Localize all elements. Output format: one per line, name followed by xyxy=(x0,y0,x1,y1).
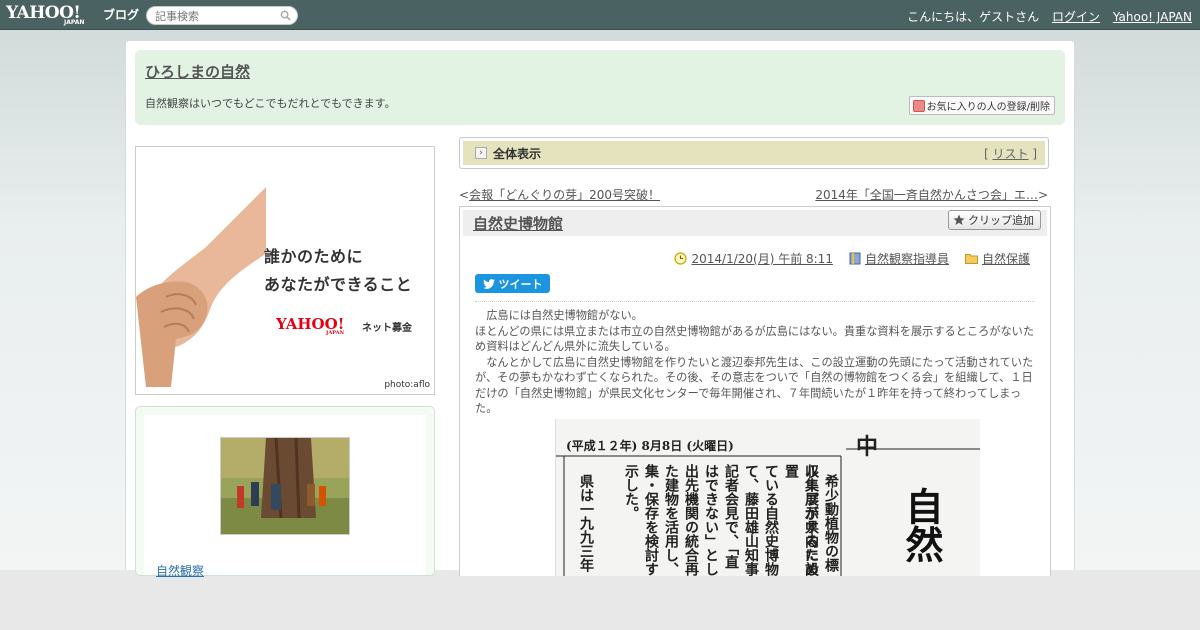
newspaper-clipping-image[interactable]: (平成１２年) 8月8日 (火曜日) 中 自然 希少動植物の標 収集展示するため… xyxy=(555,419,980,576)
article-date-item: 2014/1/20(月) 午前 8:11 xyxy=(674,250,833,267)
search-input[interactable] xyxy=(155,9,275,23)
profile-inner: 自然観察 xyxy=(144,415,426,578)
book-icon xyxy=(849,252,861,265)
yahoo-japan-link[interactable]: Yahoo! JAPAN xyxy=(1113,10,1192,24)
newspaper-column: 県は一九九三年 xyxy=(578,474,594,572)
view-mode-bar-inner: › 全体表示 [ リスト ] xyxy=(463,141,1045,165)
article-paragraph: ほとんどの県には県立または市立の自然史博物館があるが広島にはない。貴重な資料を展… xyxy=(475,324,1035,354)
favorite-register-button[interactable]: お気に入りの人の登録/削除 xyxy=(908,96,1055,115)
greeting-text: こんにちは、ゲストさん xyxy=(907,10,1040,24)
folder-icon xyxy=(964,254,978,264)
newspaper-column: て、藤田雄山知事 xyxy=(743,464,759,576)
category-conservation-link[interactable]: 自然保護 xyxy=(982,250,1030,267)
top-navigation-bar: YAHOO! JAPAN ブログ こんにちは、ゲストさん ログイン Yahoo!… xyxy=(0,0,1200,30)
clip-button-label: クリップ追加 xyxy=(968,214,1034,227)
page-footer-area xyxy=(0,570,1200,630)
view-all-title: 全体表示 xyxy=(493,146,542,161)
newspaper-date: (平成１２年) 8月8日 (火曜日) xyxy=(566,439,734,453)
yahoo-blog-logo[interactable]: YAHOO! JAPAN ブログ xyxy=(6,3,142,27)
list-bracket-close: ] xyxy=(1028,146,1037,161)
logo-japan-text: JAPAN xyxy=(64,19,85,26)
newspaper-column: ている自然史博物 xyxy=(763,464,779,576)
newspaper-headline: 自然 xyxy=(899,487,944,563)
blog-description: 自然観察はいつでもどこでもだれとでもできます。 xyxy=(145,97,396,110)
article-category2-item: 自然保護 xyxy=(964,250,1030,267)
article-body: 広島には自然史博物館がない。 ほとんどの県には県立または市立の自然史博物館がある… xyxy=(475,308,1040,417)
clip-add-button[interactable]: クリップ追加 xyxy=(948,210,1041,230)
blog-header: ひろしまの自然 自然観察はいつでもどこでもだれとでもできます。 お気に入りの人の… xyxy=(135,50,1065,125)
next-article-link[interactable]: 2014年「全国一斉自然かんさつ会」エ… xyxy=(815,188,1038,202)
chevron-right-icon[interactable]: › xyxy=(475,147,487,159)
ad-headline-1: 誰かのために xyxy=(264,247,364,266)
view-mode-bar: › 全体表示 [ リスト ] xyxy=(459,137,1049,169)
twitter-bird-icon xyxy=(482,278,495,289)
article-date-link[interactable]: 2014/1/20(月) 午前 8:11 xyxy=(691,250,832,267)
ad-logo-japan: JAPAN xyxy=(326,330,345,336)
newspaper-column: 記者会見で、「直 xyxy=(723,464,739,569)
user-links: こんにちは、ゲストさん ログイン Yahoo! JAPAN xyxy=(907,8,1192,25)
handshake-image xyxy=(136,187,266,387)
tweet-button[interactable]: ツイート xyxy=(475,274,550,293)
newspaper-column: 集・保存を検討す xyxy=(643,464,659,576)
login-link[interactable]: ログイン xyxy=(1052,10,1100,24)
profile-photo[interactable] xyxy=(220,437,350,535)
previous-article-link[interactable]: 会報「どんぐりの芽」200号突破！ xyxy=(469,188,660,202)
clock-icon xyxy=(674,252,688,265)
search-icon[interactable] xyxy=(280,10,291,21)
category-guide-link[interactable]: 自然観察指導員 xyxy=(865,250,949,267)
newspaper-column: はできない」とし xyxy=(703,464,719,576)
heart-icon xyxy=(912,99,925,112)
article-category1-item: 自然観察指導員 xyxy=(849,250,949,267)
newspaper-header-char: 中 xyxy=(856,434,879,460)
search-box xyxy=(146,6,298,25)
newspaper-column: 示した。 xyxy=(623,464,639,520)
newspaper-column: 希少動植物の標 xyxy=(823,474,839,572)
profile-panel: 自然観察 xyxy=(135,406,435,578)
list-view-link[interactable]: リスト xyxy=(992,147,1028,161)
blog-title[interactable]: ひろしまの自然 xyxy=(145,61,250,82)
article-header: 自然史博物館 クリップ追加 xyxy=(463,210,1047,236)
prev-arrow: < xyxy=(459,188,470,202)
blog-container: ひろしまの自然 自然観察はいつでもどこでもだれとでもできます。 お気に入りの人の… xyxy=(125,40,1075,578)
article-title[interactable]: 自然史博物館 xyxy=(473,213,563,234)
article-meta: 2014/1/20(月) 午前 8:11 自然観察指導員 自然保護 xyxy=(674,250,1030,267)
next-arrow: > xyxy=(1037,188,1048,202)
ad-yahoo-logo: YAHOO! JAPAN xyxy=(276,315,345,336)
newspaper-column: た建物を活用し、 xyxy=(663,464,679,576)
article-divider xyxy=(475,301,1035,302)
newspaper-column: ループが県内に設置 xyxy=(783,464,819,576)
article-paragraph: なんとかして広島に自然史博物館を作りたいと渡辺泰邦先生は、この設立運動の先頭にた… xyxy=(475,355,1034,416)
newspaper-column: 出先機関の統合再 xyxy=(683,464,699,576)
favorite-button-label: お気に入りの人の登録/削除 xyxy=(926,102,1050,113)
ad-photo-credit: photo:aflo xyxy=(384,380,430,390)
profile-name-link[interactable]: 自然観察 xyxy=(156,562,204,579)
article-entry: 自然史博物館 クリップ追加 2014/1/20(月) 午前 8:11 自然観察指… xyxy=(459,206,1051,576)
next-article-nav: 2014年「全国一斉自然かんさつ会」エ…> xyxy=(815,186,1048,203)
ad-headline-2: あなたができること xyxy=(264,275,413,294)
previous-article-nav: <会報「どんぐりの芽」200号突破！ xyxy=(459,186,660,203)
tree-people-image xyxy=(221,438,349,534)
list-link-wrapper: [ リスト ] xyxy=(984,145,1037,162)
net-donation-ad[interactable]: 誰かのために あなたができること YAHOO! JAPAN ネット募金 phot… xyxy=(135,146,435,395)
article-paragraph: 広島には自然史博物館がない。 xyxy=(475,309,643,322)
ad-net-donation-label: ネット募金 xyxy=(362,323,412,334)
logo-blog-text: ブログ xyxy=(103,8,140,22)
star-icon xyxy=(953,214,965,225)
tweet-label: ツイート xyxy=(498,277,543,291)
